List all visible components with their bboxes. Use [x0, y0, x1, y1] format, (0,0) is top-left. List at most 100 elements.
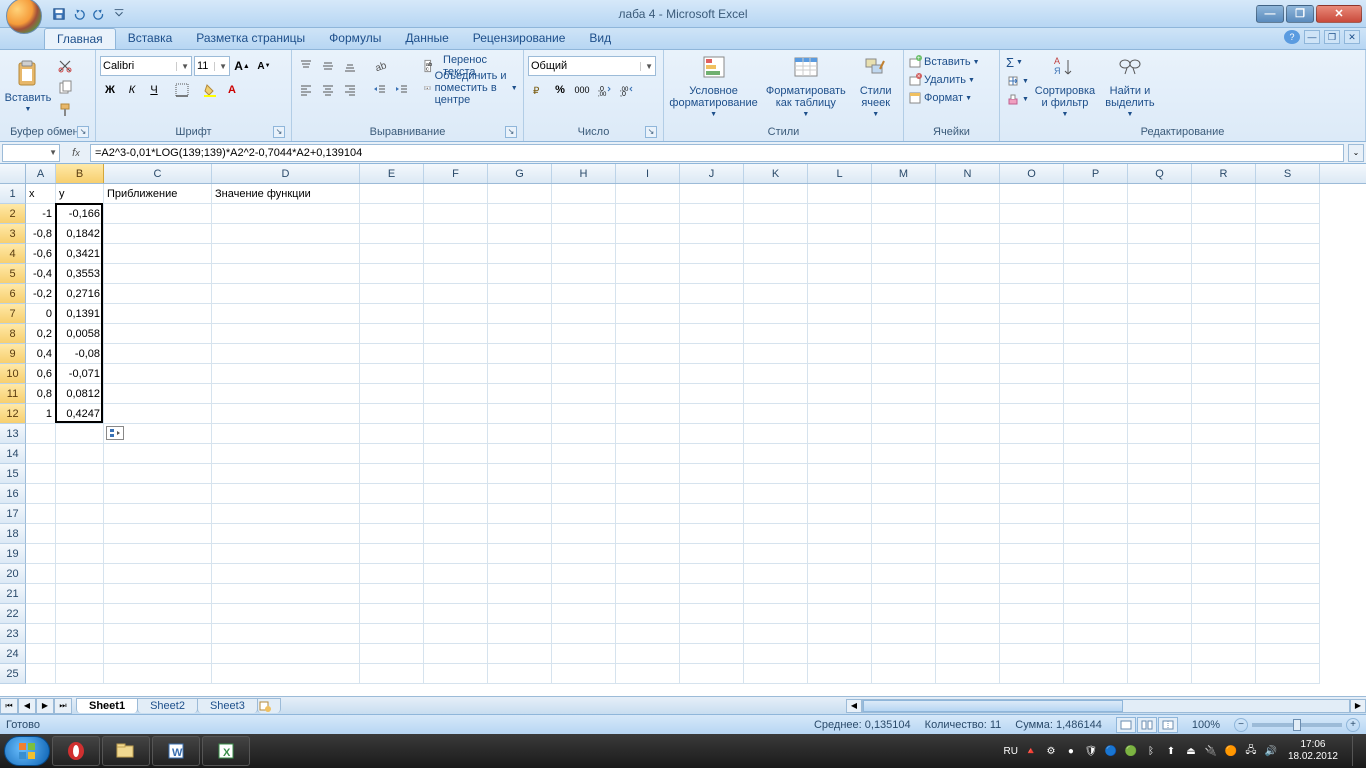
sheet-nav-last-icon[interactable]: ⏭ [54, 698, 72, 714]
cell[interactable] [808, 304, 872, 324]
row-header[interactable]: 10 [0, 364, 26, 384]
cell[interactable] [680, 364, 744, 384]
row-header[interactable]: 2 [0, 204, 26, 224]
cell[interactable] [104, 344, 212, 364]
cell[interactable] [680, 464, 744, 484]
column-header[interactable]: K [744, 164, 808, 183]
cell[interactable] [680, 504, 744, 524]
cell[interactable] [1000, 644, 1064, 664]
font-name-combo[interactable]: Calibri▼ [100, 56, 192, 76]
cell[interactable] [872, 584, 936, 604]
hscroll-right-icon[interactable]: ▶ [1350, 699, 1366, 713]
paste-button[interactable]: Вставить ▼ [4, 52, 52, 118]
column-header[interactable]: Q [1128, 164, 1192, 183]
cell[interactable] [424, 564, 488, 584]
cell[interactable] [488, 644, 552, 664]
cell[interactable] [26, 624, 56, 644]
cell[interactable] [808, 584, 872, 604]
cell[interactable] [1000, 464, 1064, 484]
view-normal-icon[interactable] [1116, 717, 1136, 733]
cell[interactable] [1064, 644, 1128, 664]
cell[interactable] [680, 664, 744, 684]
delete-cells-button[interactable]: ×Удалить▼ [908, 72, 975, 88]
column-header[interactable]: H [552, 164, 616, 183]
cell[interactable] [808, 424, 872, 444]
cell[interactable] [488, 504, 552, 524]
cell[interactable] [1000, 284, 1064, 304]
cell[interactable] [56, 644, 104, 664]
cell[interactable] [872, 544, 936, 564]
cell[interactable] [936, 264, 1000, 284]
cell[interactable] [212, 424, 360, 444]
cell[interactable] [360, 244, 424, 264]
cell[interactable] [680, 584, 744, 604]
font-size-combo[interactable]: 11▼ [194, 56, 230, 76]
cell[interactable] [936, 504, 1000, 524]
cell[interactable]: 0,4247 [56, 404, 104, 424]
cell[interactable] [26, 484, 56, 504]
cell[interactable] [1000, 264, 1064, 284]
office-button[interactable] [6, 0, 42, 34]
cell[interactable] [808, 264, 872, 284]
cell[interactable] [1000, 304, 1064, 324]
cell[interactable] [56, 504, 104, 524]
cell[interactable] [552, 404, 616, 424]
cell[interactable] [360, 664, 424, 684]
italic-button[interactable]: К [122, 80, 142, 100]
cell[interactable] [212, 304, 360, 324]
cell[interactable] [488, 624, 552, 644]
cell[interactable] [360, 604, 424, 624]
cell[interactable] [1256, 564, 1320, 584]
cell[interactable] [744, 524, 808, 544]
cell[interactable] [488, 664, 552, 684]
cell[interactable] [1128, 204, 1192, 224]
cell[interactable] [488, 444, 552, 464]
cell[interactable] [1256, 544, 1320, 564]
cell[interactable] [1128, 224, 1192, 244]
cell[interactable] [616, 364, 680, 384]
tray-icon[interactable]: 🔵 [1104, 744, 1118, 758]
cell[interactable] [104, 364, 212, 384]
tray-icon[interactable]: 🟠 [1224, 744, 1238, 758]
cell[interactable] [872, 224, 936, 244]
cell[interactable] [808, 504, 872, 524]
cell[interactable] [680, 324, 744, 344]
cell[interactable] [1256, 524, 1320, 544]
row-header[interactable]: 16 [0, 484, 26, 504]
cell[interactable] [936, 484, 1000, 504]
cell[interactable] [872, 624, 936, 644]
cell[interactable] [1064, 284, 1128, 304]
cell[interactable] [26, 564, 56, 584]
format-as-table-button[interactable]: Форматировать как таблицу▼ [761, 52, 850, 118]
cell[interactable] [616, 624, 680, 644]
cell[interactable] [552, 484, 616, 504]
cell[interactable] [104, 404, 212, 424]
cell[interactable] [26, 664, 56, 684]
cell[interactable] [488, 324, 552, 344]
cell[interactable] [680, 304, 744, 324]
cell[interactable] [808, 324, 872, 344]
cell[interactable] [104, 384, 212, 404]
cell[interactable] [616, 444, 680, 464]
cell[interactable] [808, 184, 872, 204]
find-select-button[interactable]: Найти и выделить▼ [1099, 52, 1161, 118]
row-header[interactable]: 20 [0, 564, 26, 584]
cell[interactable] [1256, 504, 1320, 524]
format-cells-button[interactable]: Формат▼ [908, 90, 972, 106]
cell[interactable] [744, 484, 808, 504]
cell[interactable]: -0,6 [26, 244, 56, 264]
cell[interactable] [488, 604, 552, 624]
cell[interactable] [104, 204, 212, 224]
autosum-button[interactable]: Σ▼ [1004, 54, 1031, 71]
cell[interactable] [872, 464, 936, 484]
cell[interactable] [616, 604, 680, 624]
cell[interactable]: y [56, 184, 104, 204]
cell[interactable] [1192, 244, 1256, 264]
cell[interactable]: -0,08 [56, 344, 104, 364]
sort-filter-button[interactable]: АЯ Сортировка и фильтр▼ [1033, 52, 1097, 118]
font-color-icon[interactable]: A [222, 80, 242, 100]
cell[interactable] [680, 424, 744, 444]
select-all-corner[interactable] [0, 164, 26, 183]
cell[interactable] [1192, 664, 1256, 684]
cell[interactable] [1064, 524, 1128, 544]
